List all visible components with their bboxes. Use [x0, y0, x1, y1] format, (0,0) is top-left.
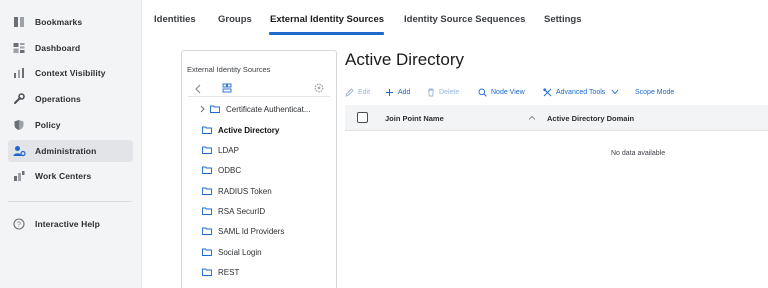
tree-item-active-directory[interactable]: Active Directory [202, 122, 279, 138]
tree-item-label: RSA SecurID [218, 206, 266, 216]
empty-table-message: No data available [611, 150, 666, 157]
tree-item-certificate-authentication[interactable]: Certificate Authenticat... [200, 101, 311, 117]
tree-divider [188, 96, 330, 97]
svg-text:?: ? [17, 222, 21, 229]
chevron-right-icon[interactable] [200, 105, 205, 113]
tab-external-identity-sources[interactable]: External Identity Sources [270, 14, 384, 25]
tools-icon [543, 87, 552, 96]
bookmark-icon [12, 15, 26, 29]
add-button[interactable]: Add [385, 86, 410, 98]
select-all-checkbox[interactable] [357, 112, 368, 123]
folder-icon [202, 166, 212, 174]
folder-icon [210, 105, 220, 113]
column-join-point-name[interactable]: Join Point Name [385, 114, 444, 123]
pencil-icon [345, 87, 354, 97]
folder-icon [202, 207, 212, 215]
tree-item-radius-token[interactable]: RADIUS Token [202, 183, 272, 199]
tab-identities[interactable]: Identities [154, 14, 196, 25]
tree-item-rsa-securid[interactable]: RSA SecurID [202, 203, 265, 219]
tree-item-label: Certificate Authenticat... [226, 104, 311, 114]
active-tab-indicator [269, 32, 384, 35]
help-circle-icon: ? [12, 217, 26, 231]
nav-divider [8, 201, 132, 202]
nav-item-interactive-help[interactable]: ? Interactive Help [8, 213, 133, 235]
nav-item-administration[interactable]: Administration [8, 140, 133, 162]
tree-item-label: SAML Id Providers [218, 226, 285, 236]
tree-item-label: Active Directory [218, 125, 280, 135]
tree-item-label: REST [218, 267, 240, 277]
top-tab-bar: Identities Groups External Identity Sour… [154, 0, 768, 36]
column-active-directory-domain[interactable]: Active Directory Domain [547, 114, 634, 123]
tab-groups[interactable]: Groups [218, 14, 252, 25]
table-header: Join Point Name Active Directory Domain [345, 105, 768, 131]
tab-settings[interactable]: Settings [544, 14, 581, 25]
search-icon [478, 88, 487, 97]
tree-item-odbc[interactable]: ODBC [202, 162, 241, 178]
wrench-icon [12, 92, 26, 106]
scope-mode-label: Scope Mode [635, 88, 675, 96]
edit-button[interactable]: Edit [345, 86, 370, 98]
nav-label: Dashboard [35, 43, 81, 53]
work-centers-icon [12, 169, 26, 183]
delete-button[interactable]: Delete [427, 86, 459, 98]
folder-icon [202, 146, 212, 154]
nav-item-context-visibility[interactable]: Context Visibility [8, 62, 133, 84]
node-view-label: Node View [491, 88, 525, 96]
nav-label: Bookmarks [35, 17, 83, 27]
nav-item-dashboard[interactable]: Dashboard [8, 37, 133, 59]
folder-icon [202, 187, 212, 195]
folder-icon [202, 248, 212, 256]
tree-item-saml-id-providers[interactable]: SAML Id Providers [202, 223, 284, 239]
tree-item-social-login[interactable]: Social Login [202, 244, 262, 260]
nav-label: Policy [35, 120, 61, 130]
folder-icon [202, 126, 212, 134]
advanced-tools-dropdown[interactable]: Advanced Tools [543, 86, 623, 98]
nav-label: Operations [35, 94, 81, 104]
tree-title: External Identity Sources [187, 65, 271, 74]
nav-item-bookmarks[interactable]: Bookmarks [8, 11, 133, 33]
add-label: Add [398, 88, 411, 96]
tab-identity-source-sequences[interactable]: Identity Source Sequences [404, 14, 525, 25]
sort-caret-icon[interactable] [528, 114, 536, 122]
dashboard-icon [12, 41, 26, 55]
tree-controls [182, 78, 336, 96]
edit-label: Edit [358, 88, 371, 96]
scope-mode-button[interactable]: Scope Mode [635, 86, 674, 98]
tree-item-label: Social Login [218, 247, 262, 257]
tree-item-label: RADIUS Token [218, 186, 272, 196]
tree-item-ldap[interactable]: LDAP [202, 142, 239, 158]
nav-label: Context Visibility [35, 68, 106, 78]
nav-item-operations[interactable]: Operations [8, 88, 133, 110]
tree-item-label: ODBC [218, 165, 242, 175]
tree-item-label: LDAP [218, 145, 239, 155]
nav-item-policy[interactable]: Policy [8, 114, 133, 136]
node-view-button[interactable]: Node View [478, 86, 525, 98]
page-title: Active Directory [345, 50, 465, 69]
plus-icon [386, 88, 393, 96]
folder-icon [202, 227, 212, 235]
left-navigation: Bookmarks Dashboard Context Visibility O… [0, 0, 142, 288]
trash-icon [428, 88, 434, 96]
context-visibility-icon [12, 66, 26, 80]
admin-user-gear-icon [12, 144, 26, 158]
delete-label: Delete [439, 88, 460, 96]
shield-icon [12, 118, 26, 132]
folder-icon [202, 268, 212, 276]
nav-item-work-centers[interactable]: Work Centers [8, 165, 133, 187]
nav-label: Interactive Help [35, 219, 100, 229]
chevron-down-icon [611, 89, 619, 95]
advanced-tools-label: Advanced Tools [556, 88, 606, 96]
nav-label: Administration [35, 146, 97, 156]
tree-item-rest[interactable]: REST [202, 264, 239, 280]
nav-label: Work Centers [35, 171, 92, 181]
identity-sources-tree-panel: External Identity Sources Certificate Au… [181, 50, 337, 288]
